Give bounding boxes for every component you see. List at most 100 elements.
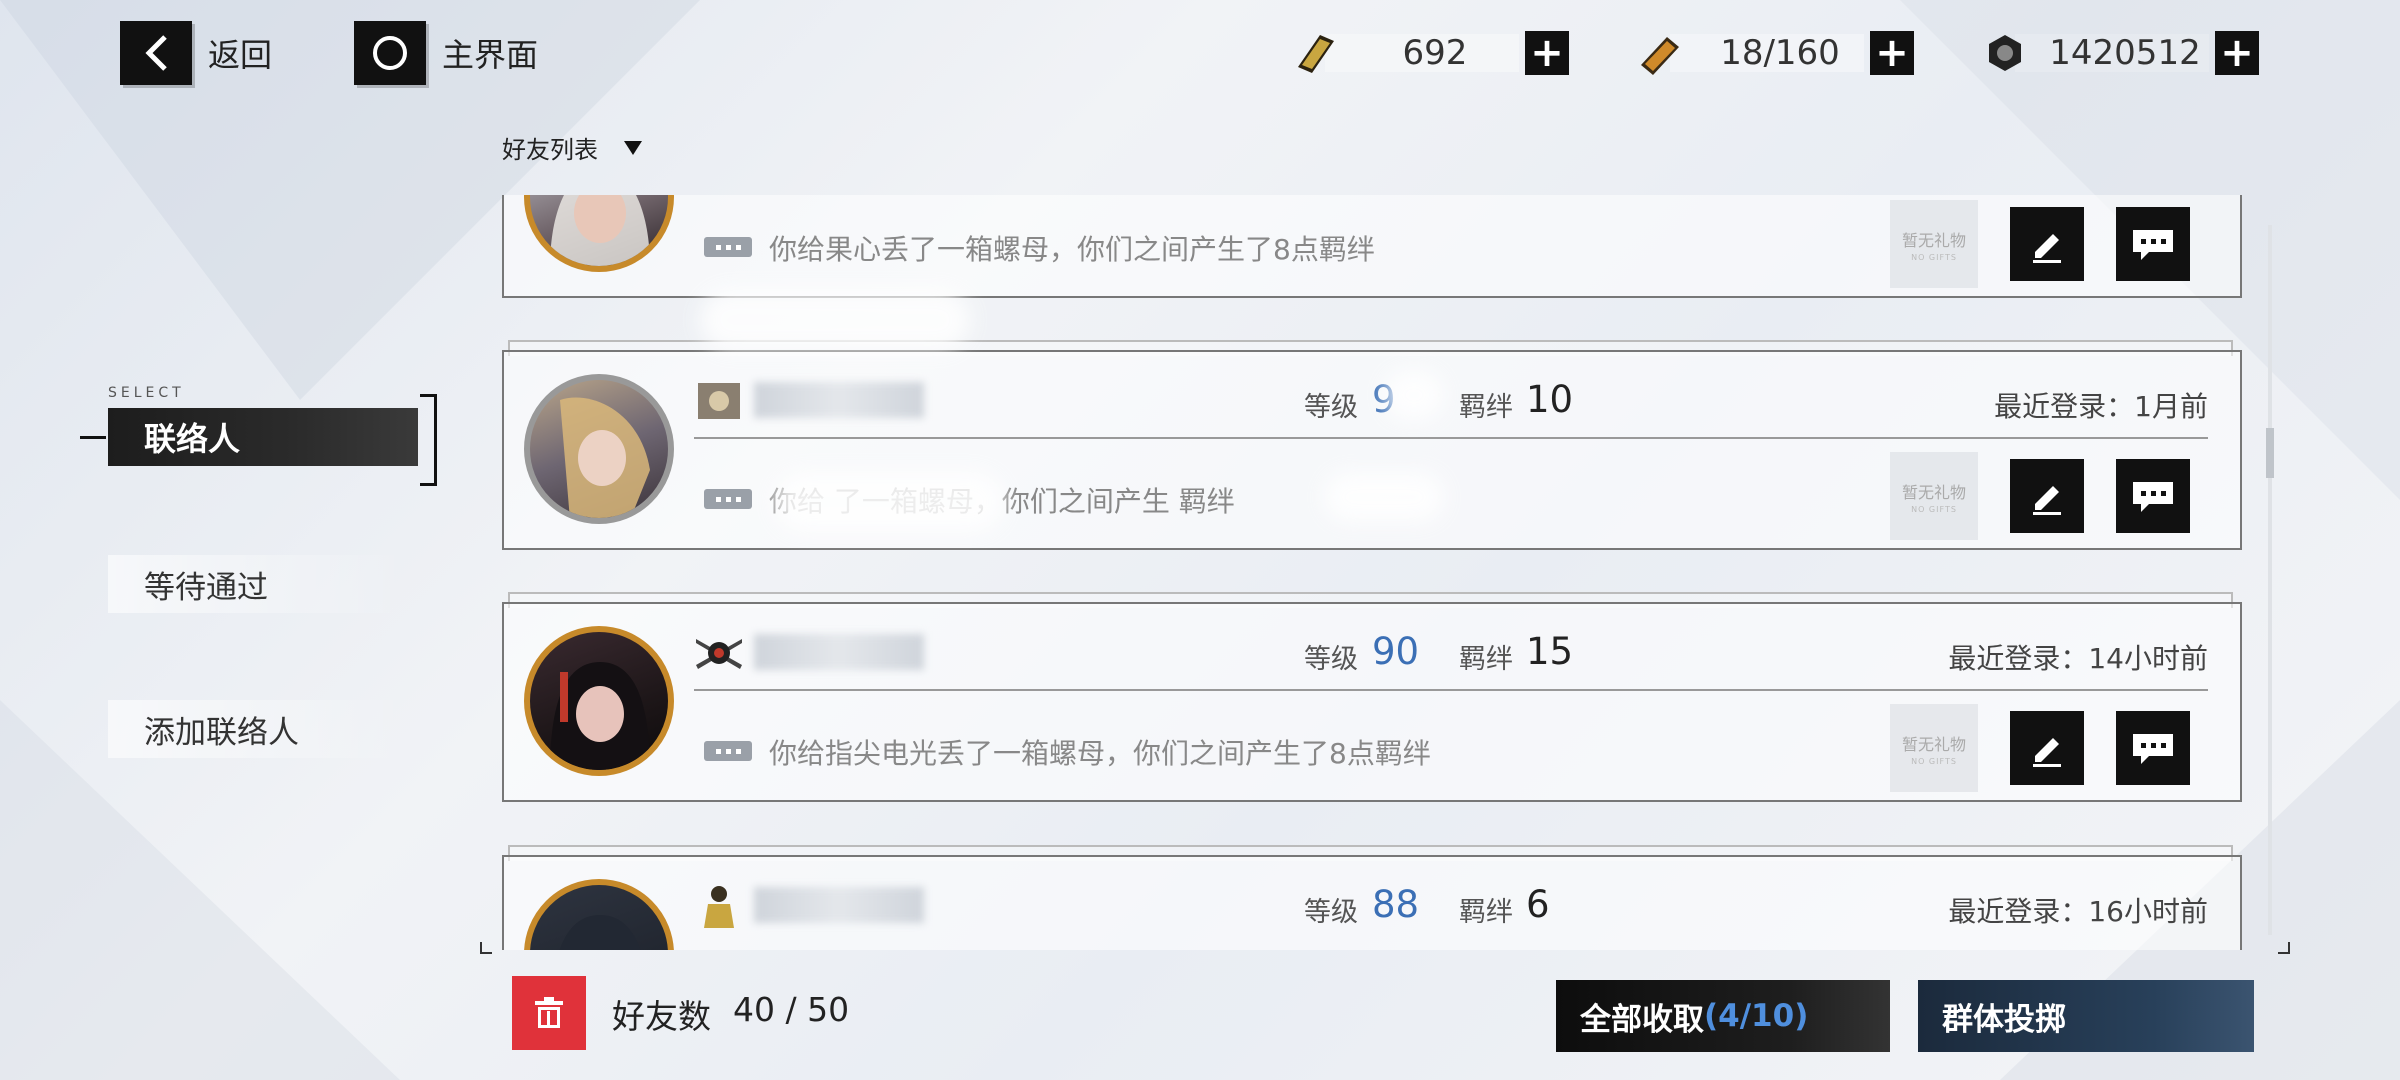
redaction-blob xyxy=(1384,370,1444,420)
battery-icon xyxy=(1630,28,1690,78)
nav-contacts[interactable]: 联络人 xyxy=(108,408,418,466)
level-value: 90 xyxy=(1372,630,1420,673)
message-icon xyxy=(704,489,752,509)
friend-card: 等级 9 羁绊 10 最近登录：1月前 你给 了一箱螺母，你们之间产生 羁绊 暂… xyxy=(502,350,2242,550)
chat-bubble-icon xyxy=(2133,482,2173,512)
skull-badge-icon xyxy=(696,639,742,669)
pencil-icon xyxy=(2033,234,2061,263)
gift-slot: 暂无礼物 NO GIFTS xyxy=(1890,704,1978,792)
redaction-blob xyxy=(1324,472,1444,522)
scrollbar-track[interactable] xyxy=(2268,225,2272,935)
level-label: 等级 xyxy=(1304,644,1358,675)
gift-sub-label: NO GIFTS xyxy=(1911,252,1957,262)
resource-battery: 18/160 + xyxy=(1630,28,1914,78)
collect-all-label: 全部收取 xyxy=(1580,1001,1704,1038)
friend-name-redacted xyxy=(754,887,924,923)
redaction-blob xyxy=(700,290,970,350)
triangle-down-icon xyxy=(624,140,642,155)
home-button[interactable]: 主界面 xyxy=(354,21,539,85)
nav-add-contact-label: 添加联络人 xyxy=(144,714,299,751)
chevron-left-icon xyxy=(120,21,192,85)
friend-count-value: 40 / 50 xyxy=(733,990,850,1029)
collect-all-count: (4/10) xyxy=(1704,998,1809,1034)
add-battery-button[interactable]: + xyxy=(1870,30,1914,76)
level-label: 等级 xyxy=(1304,392,1358,423)
friend-message: 你给指尖电光丢了一箱螺母，你们之间产生了8点羁绊 xyxy=(769,737,1431,770)
level-value: 88 xyxy=(1372,883,1420,926)
resource-ticket: 692 + xyxy=(1285,28,1569,78)
friend-card: 等级 90 羁绊 15 最近登录：14小时前 你给指尖电光丢了一箱螺母，你们之间… xyxy=(502,602,2242,802)
card-divider-line xyxy=(694,689,2208,691)
nav-contacts-label: 联络人 xyxy=(144,420,241,458)
trash-icon xyxy=(535,997,563,1028)
gift-label: 暂无礼物 xyxy=(1901,734,1966,754)
chat-button[interactable] xyxy=(2116,207,2190,281)
add-nut-button[interactable]: + xyxy=(2215,30,2259,76)
avatar[interactable] xyxy=(524,879,674,950)
chat-button[interactable] xyxy=(2116,711,2190,785)
message-icon xyxy=(704,237,752,257)
avatar[interactable] xyxy=(524,626,674,776)
pencil-icon xyxy=(2033,486,2061,515)
chat-bubble-icon xyxy=(2133,734,2173,764)
nav-indicator xyxy=(80,436,106,439)
group-throw-button[interactable]: 群体投掷 xyxy=(1918,980,2254,1052)
resource-nut: 1420512 + xyxy=(1975,28,2259,78)
card-divider-line xyxy=(694,437,2208,439)
bond-label: 羁绊 xyxy=(1459,897,1513,928)
nav-add-contact[interactable]: 添加联络人 xyxy=(108,700,408,758)
friend-card: 你给果心丢了一箱螺母，你们之间产生了8点羁绊 暂无礼物 NO GIFTS xyxy=(502,195,2242,298)
bond-label: 羁绊 xyxy=(1459,644,1513,675)
gift-label: 暂无礼物 xyxy=(1901,230,1966,250)
back-label: 返回 xyxy=(208,36,273,74)
nav-pending-label: 等待通过 xyxy=(144,569,268,606)
bond-value: 15 xyxy=(1526,630,1574,673)
friend-name-redacted xyxy=(754,382,924,418)
nut-count: 1420512 xyxy=(2049,33,2201,73)
friend-message: 你给果心丢了一箱螺母，你们之间产生了8点羁绊 xyxy=(769,233,1375,266)
friend-card: 等级 88 羁绊 6 最近登录：16小时前 xyxy=(502,855,2242,950)
gift-sub-label: NO GIFTS xyxy=(1911,756,1957,766)
avatar[interactable] xyxy=(524,374,674,524)
last-login: 最近登录：16小时前 xyxy=(1948,895,2208,928)
chat-bubble-icon xyxy=(2133,230,2173,260)
edit-note-button[interactable] xyxy=(2010,207,2084,281)
redaction-blob xyxy=(774,472,1004,532)
back-button[interactable]: 返回 xyxy=(120,21,273,85)
collect-all-button[interactable]: 全部收取 (4/10) xyxy=(1556,980,1890,1052)
bond-value: 6 xyxy=(1526,883,1550,926)
gift-label: 暂无礼物 xyxy=(1901,482,1966,502)
frame-corner xyxy=(480,942,492,954)
select-tag: SELECT xyxy=(108,385,185,401)
nav-pending[interactable]: 等待通过 xyxy=(108,555,408,613)
group-throw-label: 群体投掷 xyxy=(1942,1001,2066,1038)
circle-home-icon xyxy=(354,21,426,85)
add-ticket-button[interactable]: + xyxy=(1525,30,1569,76)
last-login: 最近登录：14小时前 xyxy=(1948,642,2208,675)
gift-slot: 暂无礼物 NO GIFTS xyxy=(1890,200,1978,288)
friend-list-dropdown[interactable]: 好友列表 xyxy=(502,130,644,165)
ticket-icon xyxy=(1285,28,1345,78)
battery-count: 18/160 xyxy=(1720,33,1840,73)
home-label: 主界面 xyxy=(442,36,539,74)
bond-value: 10 xyxy=(1526,378,1574,421)
dropdown-label: 好友列表 xyxy=(502,136,598,164)
bond-label: 羁绊 xyxy=(1459,392,1513,423)
delete-friend-button[interactable] xyxy=(512,976,586,1050)
edit-note-button[interactable] xyxy=(2010,459,2084,533)
nut-icon xyxy=(1975,28,2035,78)
frame-corner xyxy=(2278,942,2290,954)
last-login: 最近登录：1月前 xyxy=(1994,390,2208,423)
nav-bracket xyxy=(420,394,437,486)
friend-count-label: 好友数 xyxy=(612,997,711,1036)
scrollbar-thumb[interactable] xyxy=(2266,428,2274,478)
pencil-icon xyxy=(2033,738,2061,767)
gift-slot: 暂无礼物 NO GIFTS xyxy=(1890,452,1978,540)
chat-button[interactable] xyxy=(2116,459,2190,533)
edit-note-button[interactable] xyxy=(2010,711,2084,785)
gift-sub-label: NO GIFTS xyxy=(1911,504,1957,514)
ticket-count: 692 xyxy=(1402,33,1468,73)
avatar[interactable] xyxy=(524,195,674,272)
message-icon xyxy=(704,741,752,761)
friend-name-redacted xyxy=(754,634,924,670)
